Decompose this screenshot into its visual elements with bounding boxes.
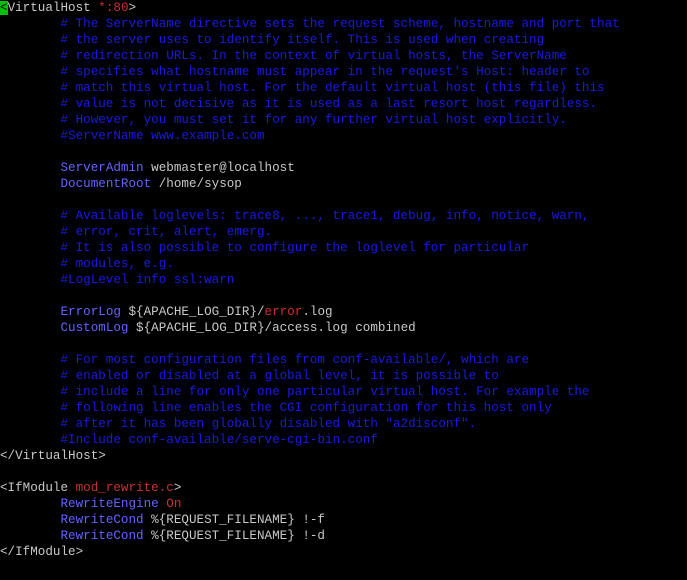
code-token-comment: # For most configuration files from conf… [0,353,530,367]
terminal-editor[interactable]: <VirtualHost *:80> # The ServerName dire… [0,0,687,580]
code-token-directive: DocumentRoot [60,177,152,191]
code-token-value: .log [302,305,333,319]
code-token-comment: # redirection URLs. In the context of vi… [0,49,567,63]
code-line: RewriteCond %{REQUEST_FILENAME} !-f [0,512,325,528]
code-token-comment: # the server uses to identify itself. Th… [0,33,545,47]
code-token-string: *:80 [98,1,129,15]
code-token-tag: VirtualHost [7,1,99,15]
text-cursor: < [0,1,8,15]
code-line: # value is not decisive as it is used as… [0,96,597,112]
code-token-string: On [166,497,182,511]
code-line: #LogLevel info ssl:warn [0,272,234,288]
code-token-comment: # However, you must set it for any furth… [0,113,567,127]
code-line: ErrorLog ${APACHE_LOG_DIR}/error.log [0,304,333,320]
code-line: # match this virtual host. For the defau… [0,80,605,96]
code-token-value: ${APACHE_LOG_DIR}/ [120,305,265,319]
code-line: # modules, e.g. [0,256,174,272]
code-token-comment: # match this virtual host. For the defau… [0,81,605,95]
code-line: </IfModule> [0,544,83,560]
code-token-comment: # enabled or disabled at a global level,… [0,369,499,383]
code-token-comment: # error, crit, alert, emerg. [0,225,273,239]
code-token-tag: </IfModule> [0,545,84,559]
code-token-value [0,321,60,335]
code-token-value [0,529,60,543]
code-line: CustomLog ${APACHE_LOG_DIR}/access.log c… [0,320,416,336]
code-token-comment: #ServerName www.example.com [0,129,265,143]
code-token-tag: > [128,1,137,15]
code-token-value [0,497,60,511]
code-line: #ServerName www.example.com [0,128,265,144]
code-line: <VirtualHost *:80> [0,0,136,16]
code-line: # error, crit, alert, emerg. [0,224,272,240]
code-token-value: ${APACHE_LOG_DIR}/access.log combined [128,321,416,335]
code-line: </VirtualHost> [0,448,106,464]
code-token-directive: CustomLog [60,321,129,335]
code-line: # redirection URLs. In the context of vi… [0,48,567,64]
code-line: # The ServerName directive sets the requ… [0,16,620,32]
code-token-string: error [264,305,303,319]
code-token-value [0,161,60,175]
code-token-string: mod_rewrite.c [75,481,174,495]
code-token-tag: <IfModule [0,481,76,495]
code-token-value: %{REQUEST_FILENAME} !-d [143,529,325,543]
code-token-comment: # include a line for only one particular… [0,385,590,399]
code-line: # include a line for only one particular… [0,384,589,400]
code-line: # following line enables the CGI configu… [0,400,552,416]
code-token-comment: #Include conf-available/serve-cgi-bin.co… [0,433,378,447]
code-line: RewriteCond %{REQUEST_FILENAME} !-d [0,528,325,544]
code-token-value [0,513,60,527]
code-line: # the server uses to identify itself. Th… [0,32,544,48]
code-token-directive: RewriteCond [60,529,144,543]
code-token-comment: # following line enables the CGI configu… [0,401,552,415]
code-token-directive: ServerAdmin [60,161,144,175]
code-token-value: /home/sysop [151,177,242,191]
code-token-comment: # modules, e.g. [0,257,174,271]
code-token-directive: RewriteEngine [60,497,159,511]
code-token-tag: </VirtualHost> [0,449,106,463]
code-line: <IfModule mod_rewrite.c> [0,480,181,496]
code-token-value: webmaster@localhost [143,161,295,175]
code-token-comment: # after it has been globally disabled wi… [0,417,477,431]
code-token-comment: #LogLevel info ssl:warn [0,273,235,287]
code-line: # enabled or disabled at a global level,… [0,368,499,384]
code-line: # For most configuration files from conf… [0,352,529,368]
code-line: RewriteEngine On [0,496,181,512]
code-token-comment: # specifies what hostname must appear in… [0,65,590,79]
code-line: # after it has been globally disabled wi… [0,416,476,432]
code-line: # specifies what hostname must appear in… [0,64,589,80]
code-token-directive: RewriteCond [60,513,144,527]
code-token-directive: ErrorLog [60,305,121,319]
code-token-comment: # value is not decisive as it is used as… [0,97,598,111]
code-token-value [0,305,60,319]
code-line: ServerAdmin webmaster@localhost [0,160,295,176]
code-line: # However, you must set it for any furth… [0,112,567,128]
code-token-value: %{REQUEST_FILENAME} !-f [143,513,325,527]
code-token-tag: > [173,481,182,495]
code-token-comment: # The ServerName directive sets the requ… [0,17,620,31]
code-line: #Include conf-available/serve-cgi-bin.co… [0,432,378,448]
code-line: # It is also possible to configure the l… [0,240,529,256]
code-token-comment: # Available loglevels: trace8, ..., trac… [0,209,590,223]
code-line: DocumentRoot /home/sysop [0,176,242,192]
code-token-comment: # It is also possible to configure the l… [0,241,530,255]
code-line: # Available loglevels: trace8, ..., trac… [0,208,589,224]
code-token-value [0,177,60,191]
